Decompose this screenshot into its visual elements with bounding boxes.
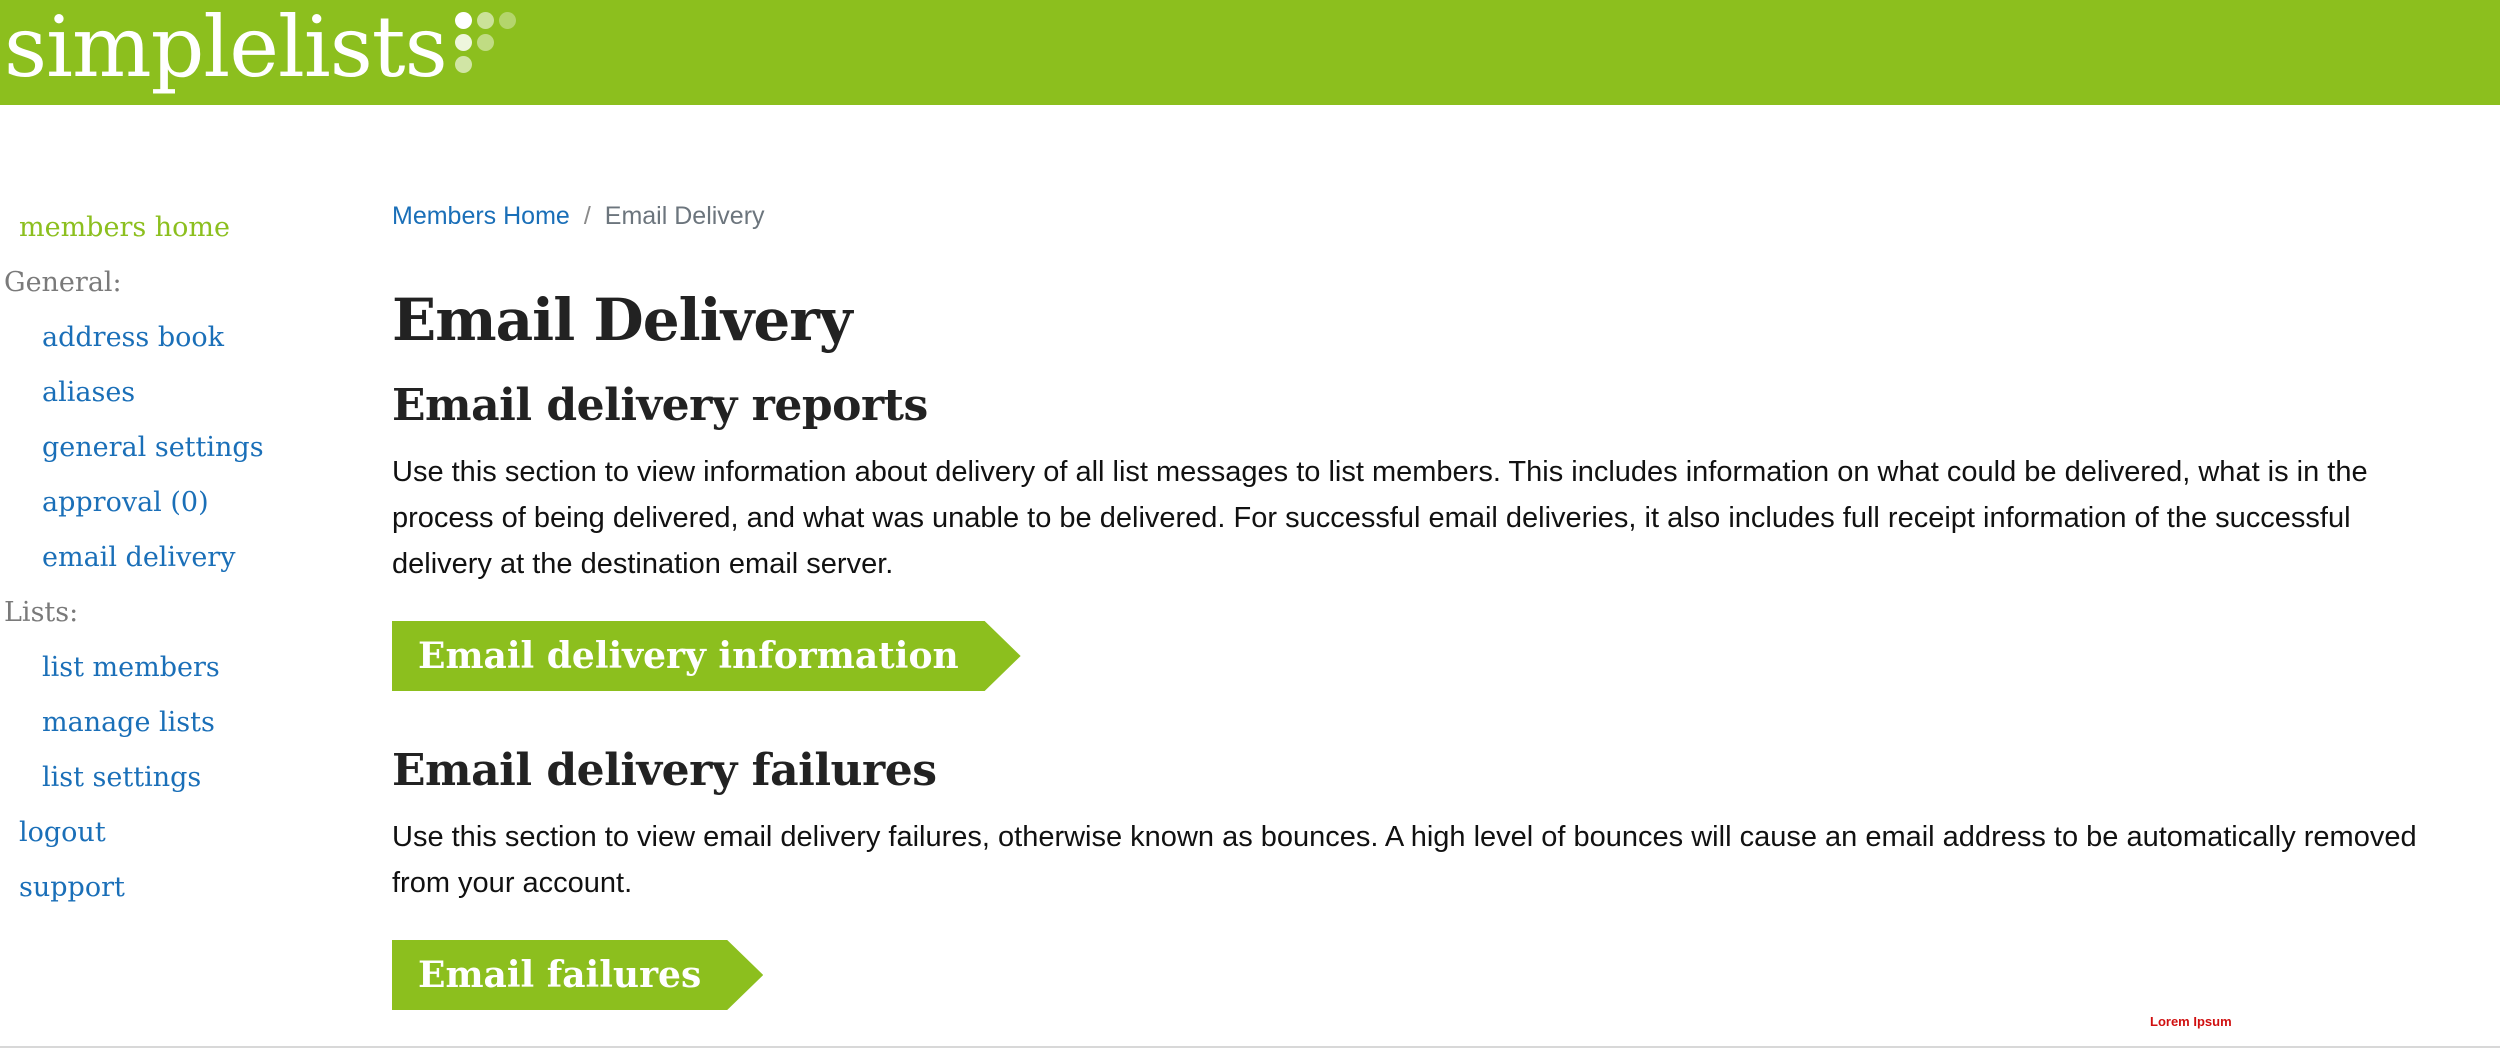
main-content: Members Home / Email Delivery Email Delive…	[392, 196, 2462, 236]
sidebar-item-list-settings[interactable]: list settings	[0, 750, 360, 805]
sidebar-item-members-home[interactable]: members home	[0, 200, 360, 255]
email-failures-button[interactable]: Email failures	[392, 940, 763, 1010]
sidebar-nav: members home General: address book alias…	[0, 200, 360, 915]
sidebar-item-address-book[interactable]: address book	[0, 310, 360, 365]
page-title: Email Delivery	[392, 286, 853, 354]
sidebar-heading-lists: Lists:	[4, 597, 79, 628]
breadcrumb-current: Email Delivery	[604, 202, 765, 230]
sidebar-item-support[interactable]: support	[0, 860, 360, 915]
sidebar-item-email-delivery[interactable]: email delivery	[0, 530, 360, 585]
sidebar-item-aliases[interactable]: aliases	[0, 365, 360, 420]
breadcrumb-separator: /	[583, 202, 591, 230]
email-delivery-information-button[interactable]: Email delivery information	[392, 621, 1021, 691]
brand-name: simplelists	[4, 0, 448, 96]
top-header-bar: simplelists	[0, 0, 2500, 105]
sidebar-item-general-settings[interactable]: general settings	[0, 420, 360, 475]
sidebar-item-approval[interactable]: approval (0)	[0, 475, 360, 530]
breadcrumb-home-link[interactable]: Members Home	[392, 202, 570, 230]
reports-section-title: Email delivery reports	[392, 380, 928, 431]
sidebar-item-manage-lists[interactable]: manage lists	[0, 695, 360, 750]
footer-divider	[0, 1046, 2500, 1048]
breadcrumb: Members Home / Email Delivery	[392, 196, 2462, 236]
reports-section-description: Use this section to view information abo…	[392, 456, 2368, 580]
failures-section-title: Email delivery failures	[392, 745, 937, 796]
footer-note: Lorem Ipsum	[2150, 1014, 2232, 1029]
logo-dots-icon	[454, 12, 521, 78]
sidebar-heading-general: General:	[4, 267, 122, 298]
brand-logo[interactable]: simplelists	[4, 0, 521, 100]
sidebar-item-list-members[interactable]: list members	[0, 640, 360, 695]
failures-section-description: Use this section to view email delivery …	[392, 821, 2417, 899]
sidebar-item-logout[interactable]: logout	[0, 805, 360, 860]
